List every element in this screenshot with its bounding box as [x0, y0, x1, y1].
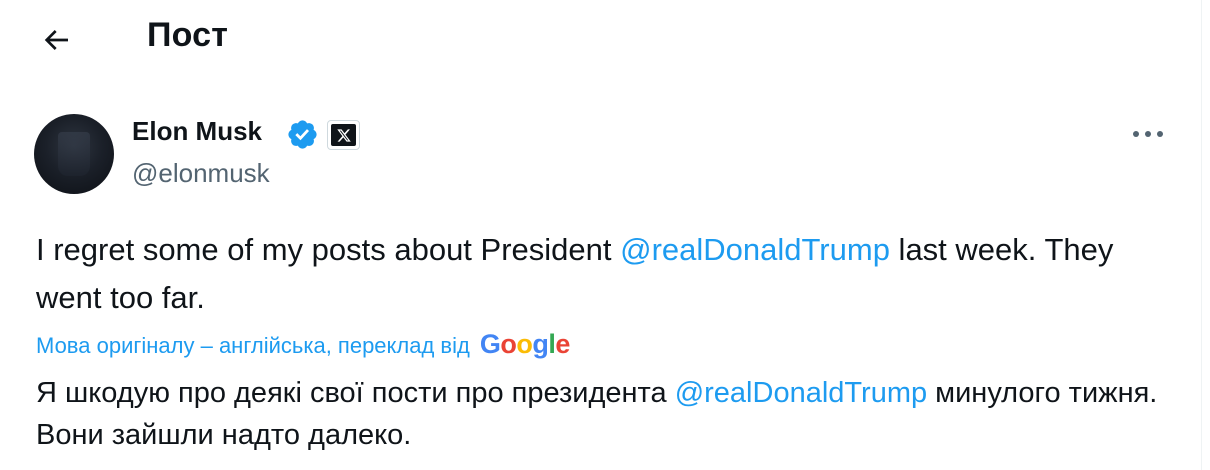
translated-text-part: Я шкодую про деякі свої пости про презид… — [36, 377, 675, 409]
arrow-left-icon — [44, 30, 68, 50]
translated-mention-link[interactable]: @realDonaldTrump — [675, 377, 927, 409]
avatar[interactable] — [34, 114, 114, 194]
author-handle[interactable]: @elonmusk — [132, 158, 270, 189]
x-logo-icon — [336, 128, 351, 142]
translation-label: Мова оригіналу – англійська, переклад ві… — [36, 332, 470, 358]
back-button[interactable] — [30, 14, 82, 66]
post-text-part: I regret some of my posts about Presiden… — [36, 232, 621, 267]
post-page: Пост Elon Musk @elonmusk I regret some o… — [0, 0, 1202, 470]
affiliate-badge[interactable] — [327, 120, 360, 150]
translation-attribution[interactable]: Мова оригіналу – англійська, переклад ві… — [36, 329, 571, 361]
page-header: Пост — [0, 0, 1200, 80]
translated-post-text: Я шкодую про деякі свої пости про презид… — [36, 372, 1186, 456]
author-name[interactable]: Elon Musk — [132, 116, 262, 147]
more-horizontal-icon — [1133, 131, 1163, 137]
more-options-button[interactable] — [1128, 118, 1168, 150]
post-text: I regret some of my posts about Presiden… — [36, 226, 1186, 322]
page-title: Пост — [147, 16, 229, 54]
verified-badge-icon[interactable] — [286, 118, 319, 151]
mention-link[interactable]: @realDonaldTrump — [620, 232, 890, 267]
google-logo: Google — [479, 329, 571, 359]
